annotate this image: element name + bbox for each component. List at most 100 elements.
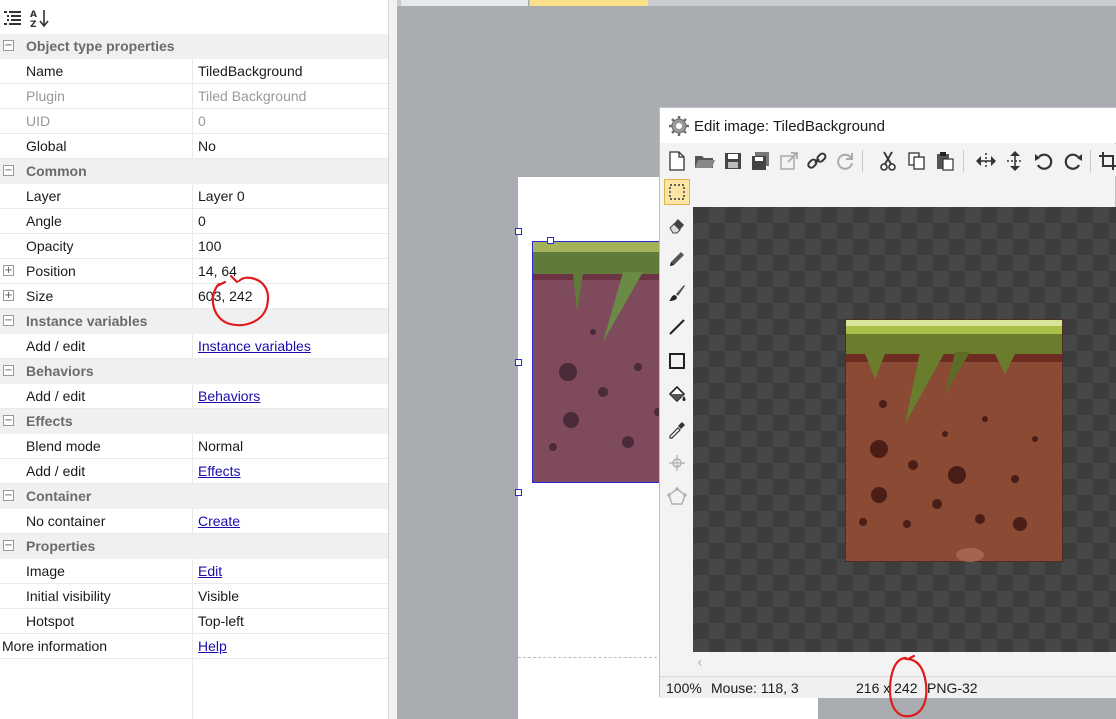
property-row[interactable]: Blend mode Normal	[0, 434, 388, 459]
editor-titlebar[interactable]: Edit image: TiledBackground	[660, 108, 1116, 143]
panel-splitter[interactable]	[388, 0, 397, 719]
save-all-icon[interactable]	[750, 150, 772, 172]
property-category[interactable]: − Behaviors	[0, 359, 388, 384]
categorized-view-icon[interactable]	[3, 8, 23, 28]
cut-icon[interactable]	[877, 150, 899, 172]
property-link[interactable]: Create	[198, 513, 240, 529]
pencil-icon[interactable]	[664, 246, 690, 272]
property-row[interactable]: Plugin Tiled Background	[0, 84, 388, 109]
property-row[interactable]: Global No	[0, 134, 388, 159]
property-value[interactable]: Visible	[198, 588, 239, 604]
property-category[interactable]: − Common	[0, 159, 388, 184]
property-row[interactable]: Add / edit Effects	[0, 459, 388, 484]
open-folder-icon[interactable]	[694, 150, 716, 172]
collapse-icon[interactable]: −	[3, 490, 14, 501]
refresh-icon[interactable]	[834, 150, 856, 172]
flip-vertical-icon[interactable]	[1004, 150, 1026, 172]
column-divider	[192, 234, 193, 259]
collapse-icon[interactable]: −	[3, 315, 14, 326]
property-row[interactable]: Add / edit Instance variables	[0, 334, 388, 359]
property-value[interactable]: Layer 0	[198, 188, 245, 204]
collapse-icon[interactable]: −	[3, 165, 14, 176]
property-row[interactable]: + Size 603, 242	[0, 284, 388, 309]
property-name: Add / edit	[26, 338, 86, 354]
alphabetical-sort-icon[interactable]: A Z	[30, 8, 50, 28]
property-link[interactable]: Effects	[198, 463, 241, 479]
collapse-icon[interactable]: −	[3, 540, 14, 551]
property-value[interactable]: 100	[198, 238, 221, 254]
collision-polygon-icon[interactable]	[664, 484, 690, 510]
property-row[interactable]: Image Edit	[0, 559, 388, 584]
paste-icon[interactable]	[934, 150, 956, 172]
eraser-icon[interactable]	[664, 212, 690, 238]
save-icon[interactable]	[722, 150, 744, 172]
resize-handle-left[interactable]	[515, 359, 522, 366]
copy-icon[interactable]	[906, 150, 928, 172]
resize-handle-top[interactable]	[547, 237, 554, 244]
property-row[interactable]: Angle 0	[0, 209, 388, 234]
image-canvas[interactable]	[693, 207, 1116, 652]
property-row[interactable]: No container Create	[0, 509, 388, 534]
brush-icon[interactable]	[664, 280, 690, 306]
property-category[interactable]: − Properties	[0, 534, 388, 559]
column-divider	[192, 584, 193, 609]
rotate-right-icon[interactable]	[1062, 150, 1084, 172]
column-divider	[192, 259, 193, 284]
property-value[interactable]: Normal	[198, 438, 243, 454]
property-link[interactable]: Behaviors	[198, 388, 260, 404]
property-category[interactable]: − Container	[0, 484, 388, 509]
property-row[interactable]: Add / edit Behaviors	[0, 384, 388, 409]
export-icon[interactable]	[778, 150, 800, 172]
property-value[interactable]: No	[198, 138, 216, 154]
collapse-icon[interactable]: −	[3, 40, 14, 51]
property-row[interactable]: + Position 14, 64	[0, 259, 388, 284]
link-icon[interactable]	[806, 150, 828, 172]
property-row[interactable]: UID 0	[0, 109, 388, 134]
image-editor-window[interactable]: Edit image: TiledBackground ‹ 100% Mouse…	[659, 107, 1116, 698]
property-row[interactable]: More information Help	[0, 634, 388, 659]
property-value[interactable]: 0	[198, 213, 206, 229]
collapse-icon[interactable]: −	[3, 365, 14, 376]
horizontal-scrollbar[interactable]: ‹	[693, 652, 1116, 676]
fill-bucket-icon[interactable]	[664, 382, 690, 408]
line-tool-icon[interactable]	[664, 314, 690, 340]
property-row[interactable]: Name TiledBackground	[0, 59, 388, 84]
new-file-icon[interactable]	[666, 150, 688, 172]
property-row[interactable]: Initial visibility Visible	[0, 584, 388, 609]
category-label: Container	[26, 488, 92, 504]
property-row[interactable]: Opacity 100	[0, 234, 388, 259]
property-value[interactable]: 603, 242	[198, 288, 253, 304]
property-link[interactable]: Edit	[198, 563, 222, 579]
property-value[interactable]: TiledBackground	[198, 63, 303, 79]
rectangle-select-icon[interactable]	[664, 179, 690, 205]
origin-point-icon[interactable]	[664, 450, 690, 476]
expand-icon[interactable]: +	[3, 290, 14, 301]
flip-horizontal-icon[interactable]	[975, 150, 997, 172]
property-link[interactable]: Instance variables	[198, 338, 311, 354]
property-category[interactable]: − Effects	[0, 409, 388, 434]
property-value[interactable]: Top-left	[198, 613, 244, 629]
property-value[interactable]: 14, 64	[198, 263, 237, 279]
color-picker-icon[interactable]	[664, 416, 690, 442]
property-name: Angle	[26, 213, 62, 229]
expand-icon[interactable]: +	[3, 265, 14, 276]
resize-handle-top-left[interactable]	[515, 228, 522, 235]
rectangle-tool-icon[interactable]	[664, 348, 690, 374]
image-format: PNG-32	[927, 680, 978, 696]
scroll-left-arrow-icon[interactable]: ‹	[697, 655, 703, 671]
tab-active[interactable]	[530, 0, 648, 6]
property-link[interactable]: Help	[198, 638, 227, 654]
property-row[interactable]: Hotspot Top-left	[0, 609, 388, 634]
property-category[interactable]: − Instance variables	[0, 309, 388, 334]
property-row[interactable]: Layer Layer 0	[0, 184, 388, 209]
resize-handle-bottom-left[interactable]	[515, 489, 522, 496]
crop-icon[interactable]	[1098, 150, 1116, 172]
property-category[interactable]: − Object type properties	[0, 34, 388, 59]
collapse-icon[interactable]: −	[3, 415, 14, 426]
rotate-left-icon[interactable]	[1033, 150, 1055, 172]
editor-tool-palette	[660, 176, 693, 652]
property-name: Hotspot	[26, 613, 75, 629]
tab-layout[interactable]	[401, 0, 529, 6]
column-divider	[192, 284, 193, 309]
property-name: Initial visibility	[26, 588, 111, 604]
